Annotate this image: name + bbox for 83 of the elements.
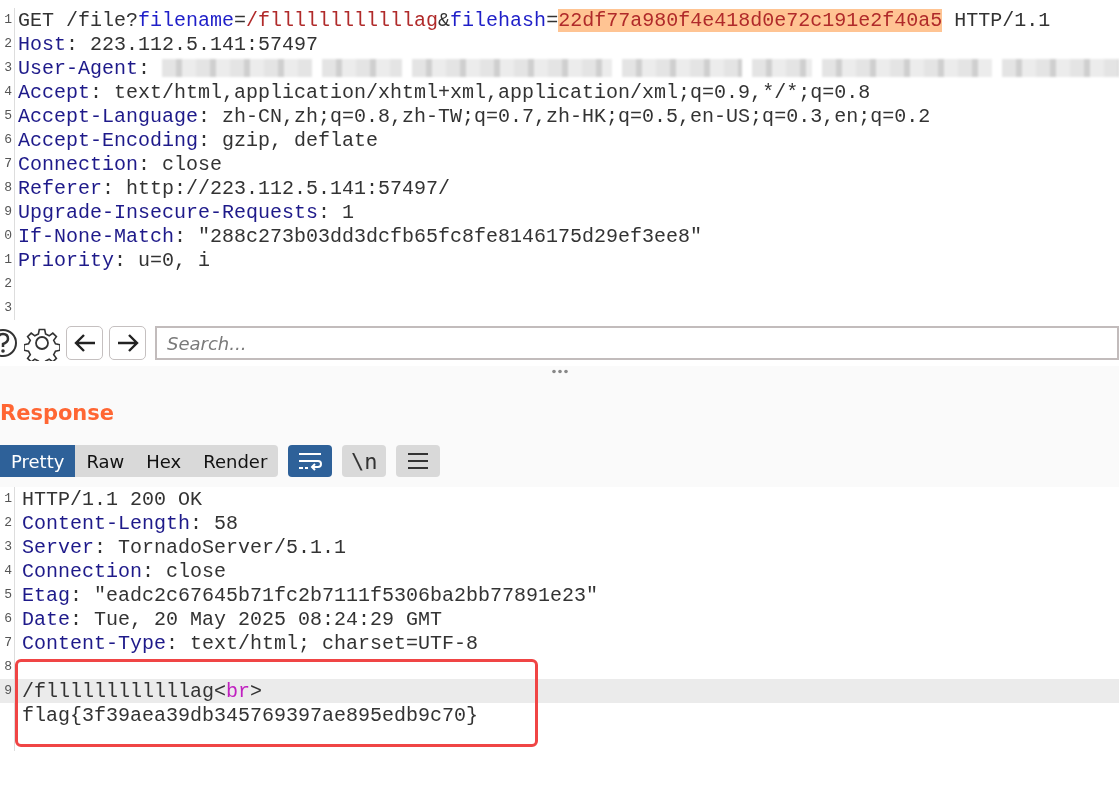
header-name: Date — [22, 607, 70, 631]
code-text: < — [214, 679, 227, 703]
line-number: 2 — [0, 511, 15, 535]
code-text: = — [546, 8, 559, 32]
line-number: 9 — [0, 200, 15, 224]
code-text: GET /file? — [18, 8, 139, 32]
line-number: 3 — [0, 56, 15, 80]
code-text: HTTP/1.1 — [953, 8, 1051, 32]
line-number: 0 — [0, 224, 15, 248]
back-button[interactable] — [66, 326, 103, 360]
header-name: Connection — [22, 559, 143, 583]
header-name: Referer — [18, 176, 102, 200]
code-text: : close — [142, 559, 227, 583]
right-arrow-icon — [115, 333, 140, 353]
forward-button[interactable] — [109, 326, 146, 360]
code-text: : "eadc2c67645b71fc2b7111f5306ba2bb77891e23" — [70, 583, 599, 607]
search-field[interactable]: Search... — [155, 326, 1119, 360]
code-text: : http://223.112.5.141:57497/ — [102, 176, 451, 200]
header-name: Priority — [18, 248, 114, 272]
code-text: : 58 — [190, 511, 239, 535]
line-number: 2 — [0, 32, 15, 56]
code-text: flag{3f39aea39db345769397ae895edb9c70} — [22, 703, 479, 727]
param-value: /fllllllllllllag — [246, 8, 439, 32]
header-name: Accept — [18, 80, 90, 104]
view-tab[interactable]: Pretty — [0, 445, 76, 477]
header-name: Upgrade-Insecure-Requests — [18, 200, 319, 224]
line-number: 4 — [0, 559, 15, 583]
line-number: 7 — [0, 152, 15, 176]
header-name: Content-Type — [22, 631, 167, 655]
header-name: Content-Length — [22, 511, 191, 535]
menu-button[interactable] — [396, 445, 441, 477]
code-text: /fllllllllllllag — [22, 679, 215, 703]
view-tab[interactable]: Hex — [135, 445, 193, 477]
resize-handle-icon[interactable] — [550, 369, 569, 374]
line-number: 5 — [0, 583, 15, 607]
param-name: filename — [138, 8, 235, 32]
panel-title: Response — [0, 400, 115, 427]
code-text: : text/html,application/xhtml+xml,application/xml;q=0.9,*/*;q=0.8 — [90, 80, 871, 104]
header-name: Server — [22, 535, 94, 559]
code-text: > — [250, 679, 263, 703]
code-text: : zh-CN,zh;q=0.8,zh-TW;q=0.7,zh-HK;q=0.5,en-US;q=0.3,en;q=0.2 — [198, 104, 931, 128]
view-tab[interactable]: Raw — [75, 445, 136, 477]
line-number: 3 — [0, 535, 15, 559]
word-wrap-button[interactable] — [288, 445, 333, 477]
menu-icon — [407, 452, 430, 470]
line-number: 2 — [0, 272, 15, 296]
header-name: Accept-Language — [18, 104, 199, 128]
line-number: 8 — [0, 176, 15, 200]
header-name: Connection — [18, 152, 139, 176]
line-number: 4 — [0, 80, 15, 104]
code-text: : 1 — [318, 200, 355, 224]
highlighted-hash: 22df77a980f4e418d0e72c191e2f40a5 — [558, 8, 943, 32]
code-text: HTTP/1.1 200 OK — [22, 487, 203, 511]
code-text: & — [438, 8, 451, 32]
code-text: = — [234, 8, 247, 32]
code-text: : text/html; charset=UTF-8 — [166, 631, 479, 655]
left-arrow-icon — [72, 333, 97, 353]
header-name: Host — [18, 32, 66, 56]
code-text: : u=0, i — [114, 248, 211, 272]
code-text: : gzip, deflate — [198, 128, 379, 152]
code-text: : "288c273b03dd3dcfb65fc8fe8146175d29ef3ee8" — [174, 224, 703, 248]
line-number: 7 — [0, 631, 15, 655]
header-name: Accept-Encoding — [18, 128, 199, 152]
html-tag: br — [226, 679, 251, 703]
code-text: : 223.112.5.141:57497 — [66, 32, 319, 56]
line-number: 1 — [0, 487, 15, 511]
line-number: 9 — [0, 679, 15, 703]
line-number: 1 — [0, 8, 15, 32]
code-text: : Tue, 20 May 2025 08:24:29 GMT — [70, 607, 443, 631]
wrap-lines-icon — [297, 451, 324, 471]
code-text: : — [138, 56, 152, 80]
param-name: filehash — [450, 8, 547, 32]
header-name: User-Agent — [18, 56, 139, 80]
newline-button[interactable]: \n — [342, 445, 387, 477]
code-text: : close — [138, 152, 223, 176]
header-name: Etag — [22, 583, 70, 607]
line-number: 1 — [0, 248, 15, 272]
line-number: 6 — [0, 607, 15, 631]
line-number: 5 — [0, 104, 15, 128]
line-number: 6 — [0, 128, 15, 152]
view-tab[interactable]: Render — [192, 445, 279, 477]
code-text: : TornadoServer/5.1.1 — [94, 535, 347, 559]
header-name: If-None-Match — [18, 224, 175, 248]
